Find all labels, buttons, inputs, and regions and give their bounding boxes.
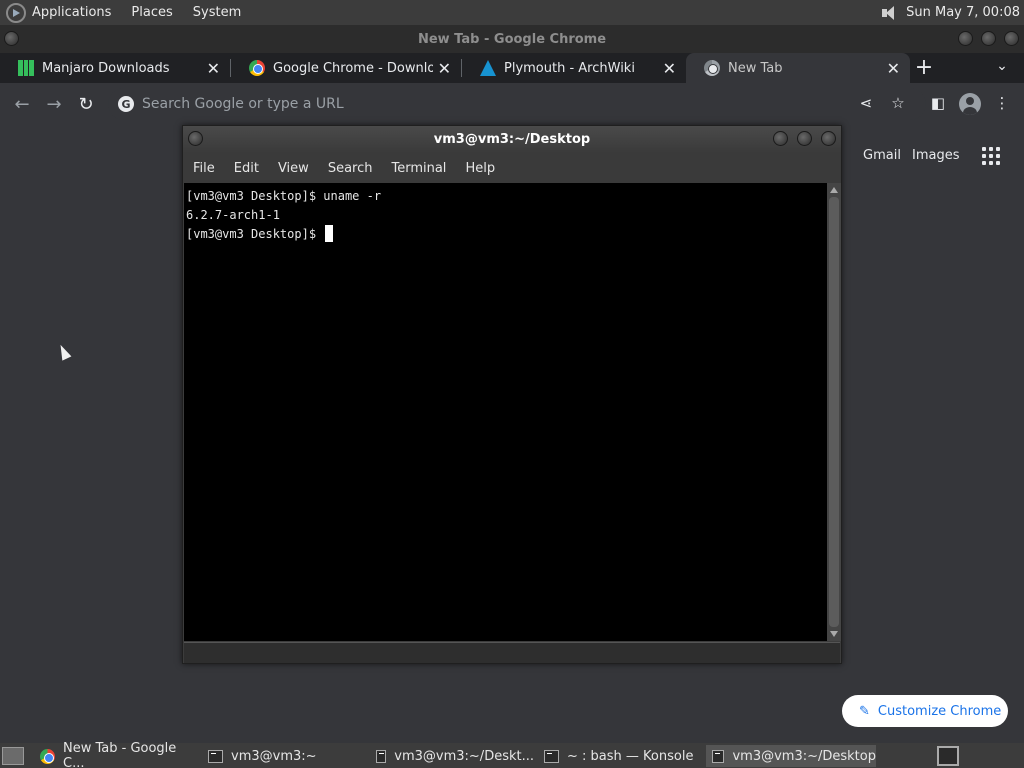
tab-google-chrome-download[interactable]: Google Chrome - Download ✕	[231, 53, 461, 83]
clock[interactable]: Sun May 7, 00:08	[906, 5, 1020, 20]
window-menu-button[interactable]	[188, 131, 203, 146]
chrome-icon	[249, 60, 265, 76]
star-icon[interactable]: ☆	[888, 94, 908, 114]
menu-terminal[interactable]: Terminal	[391, 161, 446, 176]
menu-view[interactable]: View	[278, 161, 309, 176]
customize-chrome-label: Customize Chrome	[877, 703, 1002, 719]
terminal-icon	[208, 749, 223, 763]
minimize-button[interactable]	[773, 131, 788, 146]
taskbar-item-konsole[interactable]: ~ : bash — Konsole	[538, 745, 702, 767]
forward-icon[interactable]: →	[40, 90, 68, 118]
profile-avatar-icon[interactable]	[959, 93, 981, 115]
chevron-down-icon[interactable]: ⌄	[992, 58, 1012, 74]
back-icon[interactable]: ←	[8, 90, 36, 118]
top-panel-menu: Applications Places System	[26, 0, 241, 25]
terminal-line: 6.2.7-arch1-1	[186, 208, 280, 222]
scrollbar-thumb[interactable]	[829, 197, 839, 627]
taskbar-item-label: New Tab - Google C...	[63, 741, 177, 768]
top-panel-tray: Sun May 7, 00:08	[880, 5, 1024, 21]
scroll-down-icon[interactable]	[830, 631, 838, 637]
terminal-icon	[544, 749, 559, 763]
close-icon[interactable]: ✕	[438, 59, 451, 78]
google-apps-icon[interactable]	[982, 147, 1000, 165]
applications-logo-icon[interactable]	[6, 2, 26, 23]
close-button[interactable]	[1004, 31, 1019, 46]
terminal-line: [vm3@vm3 Desktop]$ uname -r	[186, 189, 382, 203]
maximize-button[interactable]	[981, 31, 996, 46]
google-icon: G	[118, 96, 134, 112]
tab-label: Manjaro Downloads	[42, 60, 170, 76]
bottom-panel: New Tab - Google C... vm3@vm3:~ vm3@vm3:…	[0, 741, 1024, 768]
taskbar-item-label: vm3@vm3:~/Desktop	[732, 748, 876, 764]
terminal-output[interactable]: [vm3@vm3 Desktop]$ uname -r 6.2.7-arch1-…	[184, 183, 827, 641]
tab-label: New Tab	[728, 60, 783, 76]
taskbar-item-chrome[interactable]: New Tab - Google C...	[34, 741, 198, 768]
workspace-switcher[interactable]	[937, 746, 959, 766]
pencil-icon: ✎	[859, 703, 870, 719]
top-panel: Applications Places System Sun May 7, 00…	[0, 0, 1024, 25]
menu-system[interactable]: System	[193, 5, 241, 20]
omnibox-placeholder: Search Google or type a URL	[142, 96, 344, 112]
close-icon[interactable]: ✕	[207, 59, 220, 78]
tab-strip: Manjaro Downloads ✕ Google Chrome - Down…	[0, 53, 1024, 83]
scroll-up-icon[interactable]	[830, 187, 838, 193]
tab-label: Google Chrome - Download	[273, 60, 433, 76]
customize-chrome-button[interactable]: ✎ Customize Chrome	[842, 695, 1008, 727]
tab-new-tab[interactable]: New Tab ✕	[686, 53, 910, 83]
menu-applications[interactable]: Applications	[32, 5, 111, 20]
terminal-icon	[376, 749, 387, 763]
terminal-prompt: [vm3@vm3 Desktop]$	[186, 227, 324, 241]
share-icon[interactable]: ⋖	[856, 94, 876, 114]
taskbar-item-terminal-desktop[interactable]: vm3@vm3:~/Deskt...	[370, 745, 534, 767]
terminal-statusbar	[184, 642, 840, 663]
images-link[interactable]: Images	[912, 148, 960, 163]
manjaro-icon	[18, 60, 34, 76]
close-button[interactable]	[821, 131, 836, 146]
side-panel-icon[interactable]: ◧	[928, 94, 948, 114]
menu-places[interactable]: Places	[131, 5, 172, 20]
terminal-title: vm3@vm3:~/Desktop	[433, 132, 591, 147]
taskbar-item-terminal-active[interactable]: vm3@vm3:~/Desktop	[706, 745, 876, 767]
menu-file[interactable]: File	[193, 161, 215, 176]
more-menu-icon[interactable]: ⋮	[992, 94, 1012, 114]
show-desktop-icon[interactable]	[2, 746, 24, 765]
terminal-scrollbar[interactable]	[827, 183, 841, 641]
window-menu-button[interactable]	[4, 31, 19, 46]
taskbar-item-terminal-home[interactable]: vm3@vm3:~	[202, 745, 366, 767]
menu-edit[interactable]: Edit	[234, 161, 259, 176]
omnibox[interactable]: G Search Google or type a URL	[108, 88, 926, 120]
terminal-window: vm3@vm3:~/Desktop File Edit View Search …	[182, 125, 842, 664]
maximize-button[interactable]	[797, 131, 812, 146]
close-icon[interactable]: ✕	[887, 59, 900, 78]
chrome-icon	[40, 748, 55, 764]
menu-search[interactable]: Search	[328, 161, 373, 176]
chrome-titlebar[interactable]: New Tab - Google Chrome	[0, 25, 1024, 53]
reload-icon[interactable]: ↻	[72, 90, 100, 118]
tab-manjaro-downloads[interactable]: Manjaro Downloads ✕	[0, 53, 230, 83]
menu-help[interactable]: Help	[465, 161, 495, 176]
tab-label: Plymouth - ArchWiki	[504, 60, 635, 76]
new-tab-button[interactable]: +	[914, 55, 934, 80]
chrome-window-title: New Tab - Google Chrome	[417, 31, 607, 47]
taskbar-item-label: vm3@vm3:~/Deskt...	[394, 748, 534, 764]
terminal-menubar: File Edit View Search Terminal Help	[183, 153, 841, 183]
volume-icon[interactable]	[880, 5, 898, 21]
taskbar-item-label: vm3@vm3:~	[231, 748, 317, 764]
text-cursor	[325, 225, 334, 242]
terminal-titlebar[interactable]: vm3@vm3:~/Desktop	[183, 126, 841, 153]
terminal-prompt-line: [vm3@vm3 Desktop]$	[186, 225, 825, 244]
gmail-link[interactable]: Gmail	[863, 148, 901, 163]
arch-icon	[480, 60, 496, 76]
chrome-icon	[704, 60, 720, 76]
minimize-button[interactable]	[958, 31, 973, 46]
tab-plymouth-archwiki[interactable]: Plymouth - ArchWiki ✕	[462, 53, 686, 83]
toolbar: ← → ↻ G Search Google or type a URL ⋖ ☆ …	[0, 83, 1024, 125]
terminal-icon	[712, 749, 725, 763]
close-icon[interactable]: ✕	[663, 59, 676, 78]
taskbar-item-label: ~ : bash — Konsole	[567, 748, 694, 764]
